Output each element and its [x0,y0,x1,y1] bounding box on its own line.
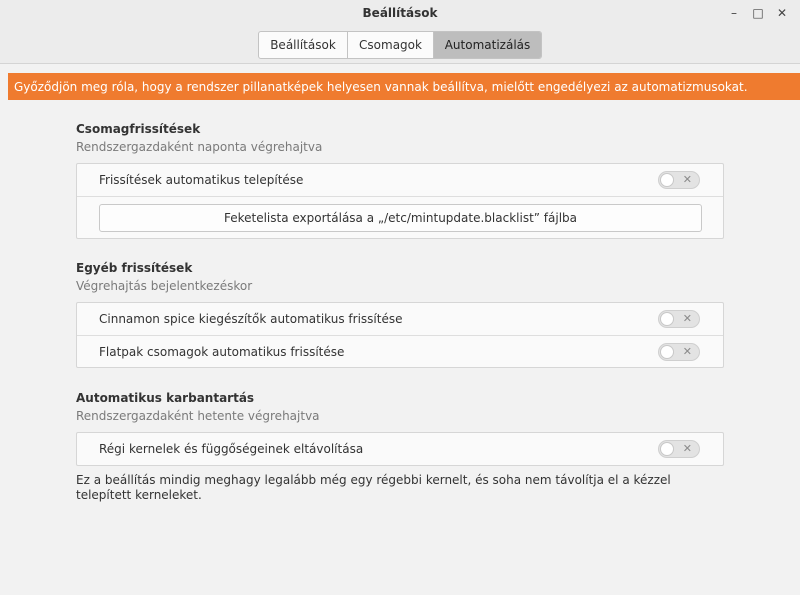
close-icon: ✕ [682,442,692,455]
title-bar: Beállítások – □ ✕ Beállítások Csomagok A… [0,0,800,64]
cinnamon-spices-label: Cinnamon spice kiegészítők automatikus f… [99,312,403,326]
kernel-note: Ez a beállítás mindig meghagy legalább m… [76,473,671,502]
maximize-button[interactable]: □ [748,4,768,22]
toggle-knob [660,173,674,187]
remove-kernels-toggle[interactable]: ✕ [658,440,700,458]
section-title-other-updates: Egyéb frissítések [76,261,193,275]
section-subtitle-other-updates: Végrehajtás bejelentkezéskor [76,279,253,293]
package-updates-frame: Frissítések automatikus telepítése ✕ Fek… [76,163,724,239]
close-button[interactable]: ✕ [772,4,792,22]
section-title-package-updates: Csomagfrissítések [76,122,201,136]
toggle-knob [660,442,674,456]
section-subtitle-package-updates: Rendszergazdaként naponta végrehajtva [76,140,323,154]
tab-packages[interactable]: Csomagok [348,32,434,58]
section-title-maintenance: Automatikus karbantartás [76,391,255,405]
flatpak-row: Flatpak csomagok automatikus frissítése … [77,335,723,367]
window-title: Beállítások [362,6,438,20]
remove-kernels-label: Régi kernelek és függőségeinek eltávolít… [99,442,364,456]
warning-text: Győződjön meg róla, hogy a rendszer pill… [14,79,748,94]
toggle-knob [660,312,674,326]
close-icon: ✕ [682,173,692,186]
flatpak-toggle[interactable]: ✕ [658,343,700,361]
export-blacklist-button[interactable]: Feketelista exportálása a „/etc/mintupda… [99,204,702,232]
minimize-button[interactable]: – [724,4,744,22]
maintenance-frame: Régi kernelek és függőségeinek eltávolít… [76,432,724,466]
cinnamon-spices-toggle[interactable]: ✕ [658,310,700,328]
close-icon: ✕ [682,345,692,358]
flatpak-label: Flatpak csomagok automatikus frissítése [99,344,345,359]
section-subtitle-maintenance: Rendszergazdaként hetente végrehajtva [76,409,320,423]
tab-bar: Beállítások Csomagok Automatizálás [258,31,542,59]
auto-install-label: Frissítések automatikus telepítése [99,173,304,187]
warning-banner: Győződjön meg róla, hogy a rendszer pill… [8,73,800,100]
export-row: Feketelista exportálása a „/etc/mintupda… [77,196,723,238]
other-updates-frame: Cinnamon spice kiegészítők automatikus f… [76,302,724,368]
toggle-knob [660,345,674,359]
tab-settings[interactable]: Beállítások [259,32,348,58]
tab-automation[interactable]: Automatizálás [434,32,541,58]
remove-kernels-row: Régi kernelek és függőségeinek eltávolít… [77,433,723,465]
cinnamon-spices-row: Cinnamon spice kiegészítők automatikus f… [77,303,723,335]
close-icon: ✕ [682,312,692,325]
window-controls: – □ ✕ [724,4,792,22]
auto-install-toggle[interactable]: ✕ [658,171,700,189]
auto-install-row: Frissítések automatikus telepítése ✕ [77,164,723,196]
